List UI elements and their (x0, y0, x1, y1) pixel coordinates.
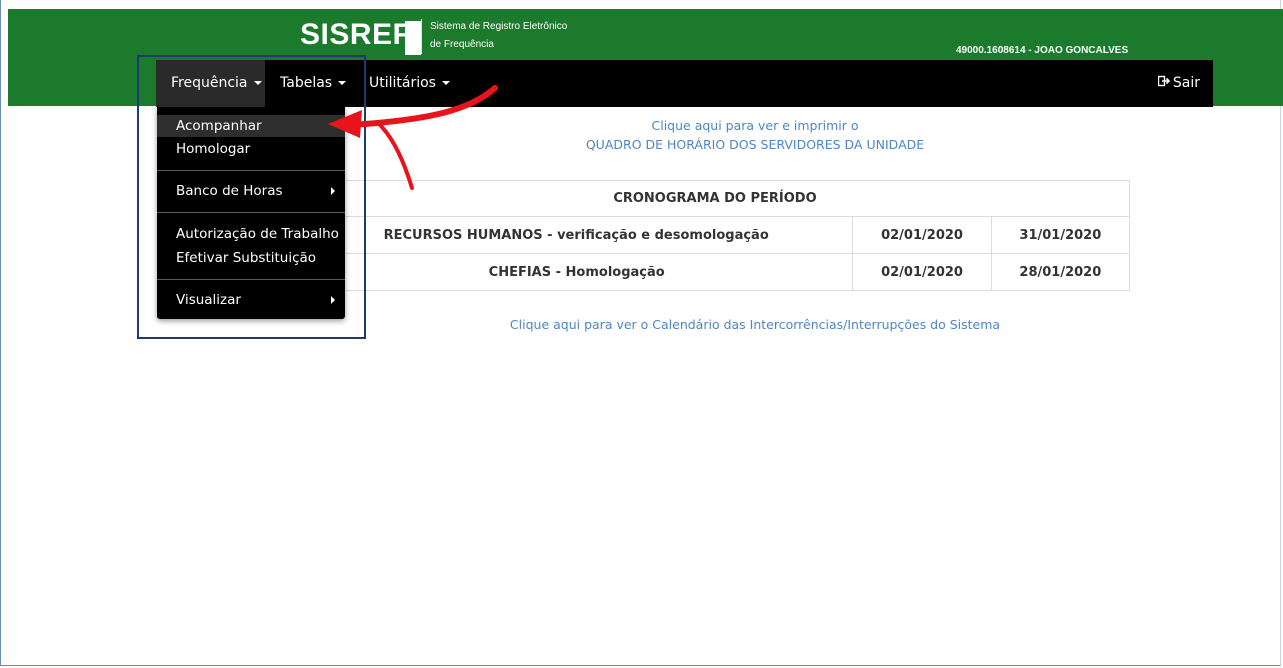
sisref-logo: SISREF (300, 18, 412, 51)
logout-icon (1157, 60, 1171, 107)
logout-label: Sair (1172, 75, 1200, 91)
print-schedule-link-line1[interactable]: Clique aqui para ver e imprimir o (560, 118, 950, 133)
schedule-row-start: 02/01/2020 (852, 216, 992, 254)
annotation-arrow-icon (328, 85, 498, 190)
system-subtitle-line1: Sistema de Registro Eletrônico (430, 21, 568, 32)
schedule-table: CRONOGRAMA DO PERÍODO RECURSOS HUMANOS -… (299, 180, 1131, 291)
calendar-link[interactable]: Clique aqui para ver o Calendário das In… (450, 317, 1060, 332)
schedule-row-label: CHEFIAS - Homologação (299, 253, 854, 291)
user-info: 49000.1608614 - JOAO GONCALVES (956, 45, 1129, 56)
system-subtitle-line2: de Frequência (430, 39, 494, 50)
logout-button[interactable]: Sair (1157, 60, 1200, 107)
schedule-row-start: 02/01/2020 (852, 253, 992, 291)
logo-box (405, 21, 421, 55)
schedule-row-label: RECURSOS HUMANOS - verificação e desomol… (299, 216, 854, 254)
table-row: RECURSOS HUMANOS - verificação e desomol… (299, 216, 1131, 254)
schedule-row-end: 31/01/2020 (990, 216, 1131, 254)
table-row: CHEFIAS - Homologação 02/01/2020 28/01/2… (299, 253, 1131, 291)
print-schedule-link-line2[interactable]: QUADRO DE HORÁRIO DOS SERVIDORES DA UNID… (560, 137, 950, 152)
logo-separator (421, 19, 422, 54)
schedule-row-end: 28/01/2020 (990, 253, 1131, 291)
